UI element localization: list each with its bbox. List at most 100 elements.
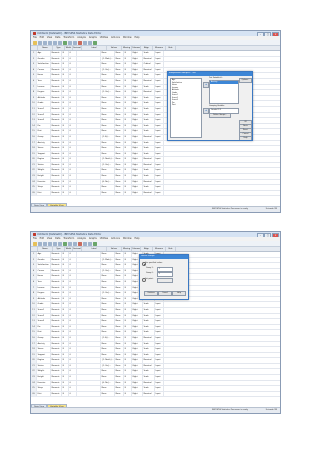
table-cell[interactable] [77, 268, 101, 274]
table-cell[interactable]: None [115, 307, 124, 313]
table-cell[interactable]: 8 [124, 185, 132, 190]
table-cell[interactable]: Right [132, 174, 143, 179]
table-cell[interactable]: 8 [124, 78, 132, 84]
table-cell[interactable]: 0 [69, 129, 77, 134]
table-cell[interactable]: 0 [69, 307, 77, 313]
table-cell[interactable]: Input [155, 347, 164, 352]
table-cell[interactable] [77, 157, 101, 162]
table-cell[interactable]: 8 [62, 341, 69, 347]
table-cell[interactable]: 8 [62, 56, 69, 62]
table-cell[interactable]: 8 [124, 386, 132, 391]
table-cell[interactable]: 0 [69, 257, 77, 263]
table-cell[interactable]: Numeric [51, 168, 62, 174]
table-cell[interactable]: Numeric [51, 386, 62, 391]
table-cell[interactable]: 0 [69, 157, 77, 162]
help-button[interactable]: Help [239, 136, 252, 140]
table-cell[interactable]: Income [37, 285, 51, 291]
table-cell[interactable] [77, 67, 101, 73]
table-cell[interactable]: None [101, 174, 115, 179]
undo-icon[interactable] [53, 41, 57, 45]
column-header[interactable]: Columns [132, 46, 141, 50]
column-header[interactable]: Width [65, 46, 73, 50]
table-cell[interactable]: None [115, 123, 124, 129]
table-cell[interactable]: None [115, 274, 124, 279]
table-cell[interactable]: 8 [62, 291, 69, 296]
table-cell[interactable]: 0 [69, 67, 77, 73]
table-cell[interactable]: 0 [69, 162, 77, 168]
table-cell[interactable] [77, 363, 101, 369]
table-cell[interactable]: 0 [69, 101, 77, 106]
split-file-icon[interactable] [83, 242, 87, 246]
table-cell[interactable]: 8 [62, 391, 69, 397]
table-cell[interactable]: Scale [143, 352, 155, 358]
table-cell[interactable]: {1, Male}... [101, 56, 115, 62]
table-cell[interactable]: 8 [124, 341, 132, 347]
table-cell[interactable]: 8 [124, 174, 132, 179]
value-labels-icon[interactable] [93, 41, 97, 45]
table-cell[interactable]: 0 [69, 352, 77, 358]
table-cell[interactable]: Input [155, 56, 164, 62]
insert-cases-icon[interactable] [78, 242, 82, 246]
table-cell[interactable]: 8 [124, 369, 132, 375]
table-cell[interactable]: 0 [69, 84, 77, 90]
table-cell[interactable]: Numeric [51, 67, 62, 73]
table-cell[interactable]: 8 [124, 313, 132, 319]
table-cell[interactable]: Numeric [51, 263, 62, 268]
table-cell[interactable]: Scale [143, 174, 155, 179]
table-cell[interactable]: Score3 [37, 118, 51, 123]
table-cell[interactable]: Input [155, 313, 164, 319]
print-icon[interactable] [43, 41, 47, 45]
table-cell[interactable]: Numeric [51, 285, 62, 291]
table-cell[interactable] [77, 257, 101, 263]
table-cell[interactable]: None [115, 257, 124, 263]
table-cell[interactable]: None [101, 369, 115, 375]
table-cell[interactable] [77, 56, 101, 62]
table-cell[interactable]: None [115, 285, 124, 291]
table-cell[interactable] [77, 369, 101, 375]
table-cell[interactable]: Input [155, 73, 164, 78]
table-cell[interactable]: Right [132, 95, 143, 101]
table-cell[interactable]: Ordinal [143, 62, 155, 67]
table-cell[interactable]: None [115, 101, 124, 106]
table-cell[interactable]: Nominal [143, 78, 155, 84]
table-cell[interactable]: Degree [37, 90, 51, 95]
table-cell[interactable]: 8 [62, 285, 69, 291]
table-cell[interactable]: None [115, 84, 124, 90]
table-cell[interactable]: Nominal [143, 335, 155, 341]
table-cell[interactable]: Numeric [51, 190, 62, 196]
table-cell[interactable]: Numeric [51, 106, 62, 112]
table-cell[interactable]: 0 [69, 168, 77, 174]
table-cell[interactable]: Input [155, 62, 164, 67]
table-cell[interactable]: None [101, 140, 115, 146]
table-cell[interactable]: None [115, 341, 124, 347]
table-cell[interactable]: 0 [69, 73, 77, 78]
table-cell[interactable]: {0, No}... [101, 380, 115, 386]
column-header[interactable]: Measure [153, 247, 166, 251]
table-cell[interactable]: 8 [124, 84, 132, 90]
table-cell[interactable]: Scale [143, 129, 155, 134]
table-cell[interactable]: Right [132, 319, 143, 324]
table-cell[interactable]: Input [155, 319, 164, 324]
table-cell[interactable]: Input [155, 134, 164, 140]
table-cell[interactable]: Scale [143, 95, 155, 101]
table-cell[interactable]: Right [132, 369, 143, 375]
table-cell[interactable]: Input [155, 352, 164, 358]
table-cell[interactable]: Numeric [51, 151, 62, 157]
table-cell[interactable]: 0 [69, 391, 77, 397]
table-cell[interactable]: 8 [62, 162, 69, 168]
table-cell[interactable]: Post [37, 129, 51, 134]
table-cell[interactable]: Input [155, 369, 164, 375]
table-cell[interactable]: 0 [69, 319, 77, 324]
table-cell[interactable]: 0 [69, 347, 77, 352]
table-cell[interactable]: 0 [69, 252, 77, 257]
table-cell[interactable]: None [101, 296, 115, 302]
table-cell[interactable]: Numeric [51, 73, 62, 78]
table-cell[interactable]: None [115, 291, 124, 296]
table-cell[interactable] [77, 375, 101, 380]
column-header[interactable]: Missing [122, 46, 132, 50]
table-cell[interactable]: 0 [69, 123, 77, 129]
table-cell[interactable]: Right [132, 67, 143, 73]
table-cell[interactable]: 8 [124, 179, 132, 185]
table-cell[interactable]: None [101, 84, 115, 90]
table-cell[interactable]: None [115, 330, 124, 335]
